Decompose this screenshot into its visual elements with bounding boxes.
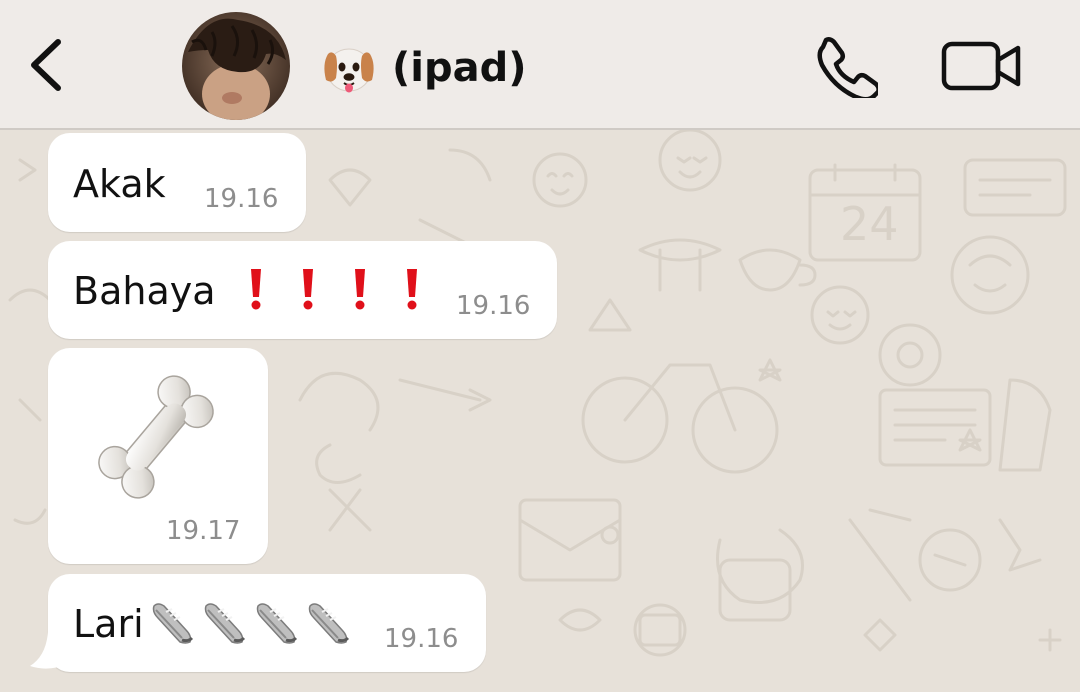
message-bubble[interactable]: Bahaya 19.16 [48,241,557,339]
video-camera-icon [941,41,1021,91]
red-exclamation-icon [407,269,417,310]
dog-face-icon [324,48,374,93]
red-exclamation-icon [251,269,261,310]
bubble-tail [30,620,68,669]
phone-icon [817,37,881,102]
sneaker-icon [204,603,246,644]
message-bubble[interactable]: 19.17 [48,348,268,564]
chat-header: (ipad) [0,0,1080,130]
message-text: Akak [73,162,166,206]
emoji-row [148,596,356,646]
message-text: Lari [73,602,144,646]
emoji-row [234,267,442,311]
message-bubble[interactable]: Akak 19.16 [48,133,306,232]
svg-text:24: 24 [840,197,899,251]
contact-name[interactable]: (ipad) [320,40,527,96]
message-time: 19.16 [384,624,459,654]
voice-call-button[interactable] [812,34,881,102]
video-call-button[interactable] [940,38,1022,94]
message-text: Bahaya [73,269,216,313]
contact-name-text: (ipad) [392,45,527,91]
avatar[interactable] [182,12,290,120]
message-bubble[interactable]: Lari 19.16 [48,574,486,672]
sneaker-icon [308,603,350,644]
message-time: 19.17 [166,516,241,546]
message-time: 19.16 [456,291,531,321]
sneaker-icon [256,603,298,644]
message-time: 19.16 [204,184,279,214]
avatar-photo [182,12,290,120]
sneaker-icon [152,603,194,644]
chevron-left-icon [31,39,61,91]
red-exclamation-icon [355,269,365,310]
back-button[interactable] [22,32,72,98]
red-exclamation-icon [303,269,313,310]
bone-icon [98,375,214,499]
